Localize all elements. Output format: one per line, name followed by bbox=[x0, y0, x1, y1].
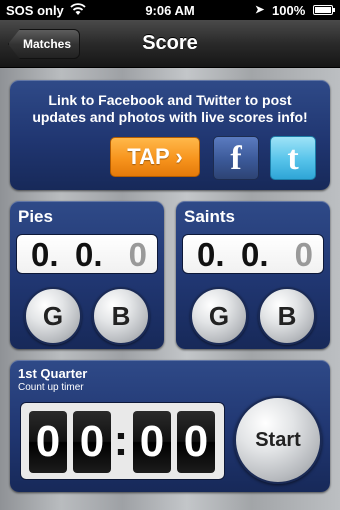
team-name: Saints bbox=[184, 207, 236, 226]
goal-button[interactable]: G bbox=[190, 287, 248, 345]
score-behinds: 0. bbox=[75, 236, 103, 273]
timer-digit: 0 bbox=[29, 411, 67, 473]
behind-button[interactable]: B bbox=[92, 287, 150, 345]
navigation-bar: Matches Score bbox=[0, 20, 340, 68]
timer-digit: 0 bbox=[177, 411, 215, 473]
status-bar: SOS only 9:06 AM ➤ 100% bbox=[0, 0, 340, 20]
battery-percent: 100% bbox=[272, 3, 306, 18]
timer-digit: 0 bbox=[73, 411, 111, 473]
score-display: 0. 0. 0 bbox=[182, 234, 324, 274]
team-panel-away: Saints 0. 0. 0 G B bbox=[176, 201, 330, 349]
score-goals: 0. bbox=[197, 236, 225, 273]
twitter-icon[interactable]: t bbox=[270, 136, 316, 180]
social-share-text: Link to Facebook and Twitter to post upd… bbox=[32, 92, 308, 125]
start-button[interactable]: Start bbox=[234, 396, 322, 484]
score-total: 0 bbox=[128, 236, 147, 273]
timer-separator: : bbox=[113, 416, 129, 465]
score-behinds: 0. bbox=[241, 236, 269, 273]
behind-button[interactable]: B bbox=[258, 287, 316, 345]
page-title: Score bbox=[142, 32, 198, 54]
timer-panel: 1st Quarter Count up timer 0 0 : 0 0 Sta… bbox=[10, 360, 330, 492]
team-panel-home: Pies 0. 0. 0 G B bbox=[10, 201, 164, 349]
timer-display: 0 0 : 0 0 bbox=[20, 402, 225, 480]
score-display: 0. 0. 0 bbox=[16, 234, 158, 274]
facebook-icon[interactable]: f bbox=[213, 136, 259, 180]
goal-button[interactable]: G bbox=[24, 287, 82, 345]
score-total: 0 bbox=[294, 236, 313, 273]
location-arrow-icon: ➤ bbox=[255, 4, 265, 16]
timer-digit: 0 bbox=[133, 411, 171, 473]
team-name: Pies bbox=[18, 207, 53, 226]
battery-icon bbox=[313, 5, 335, 15]
timer-mode-label: Count up timer bbox=[18, 382, 84, 393]
quarter-label: 1st Quarter bbox=[18, 366, 88, 381]
score-goals: 0. bbox=[31, 236, 59, 273]
tap-button[interactable]: TAP › bbox=[110, 137, 200, 177]
